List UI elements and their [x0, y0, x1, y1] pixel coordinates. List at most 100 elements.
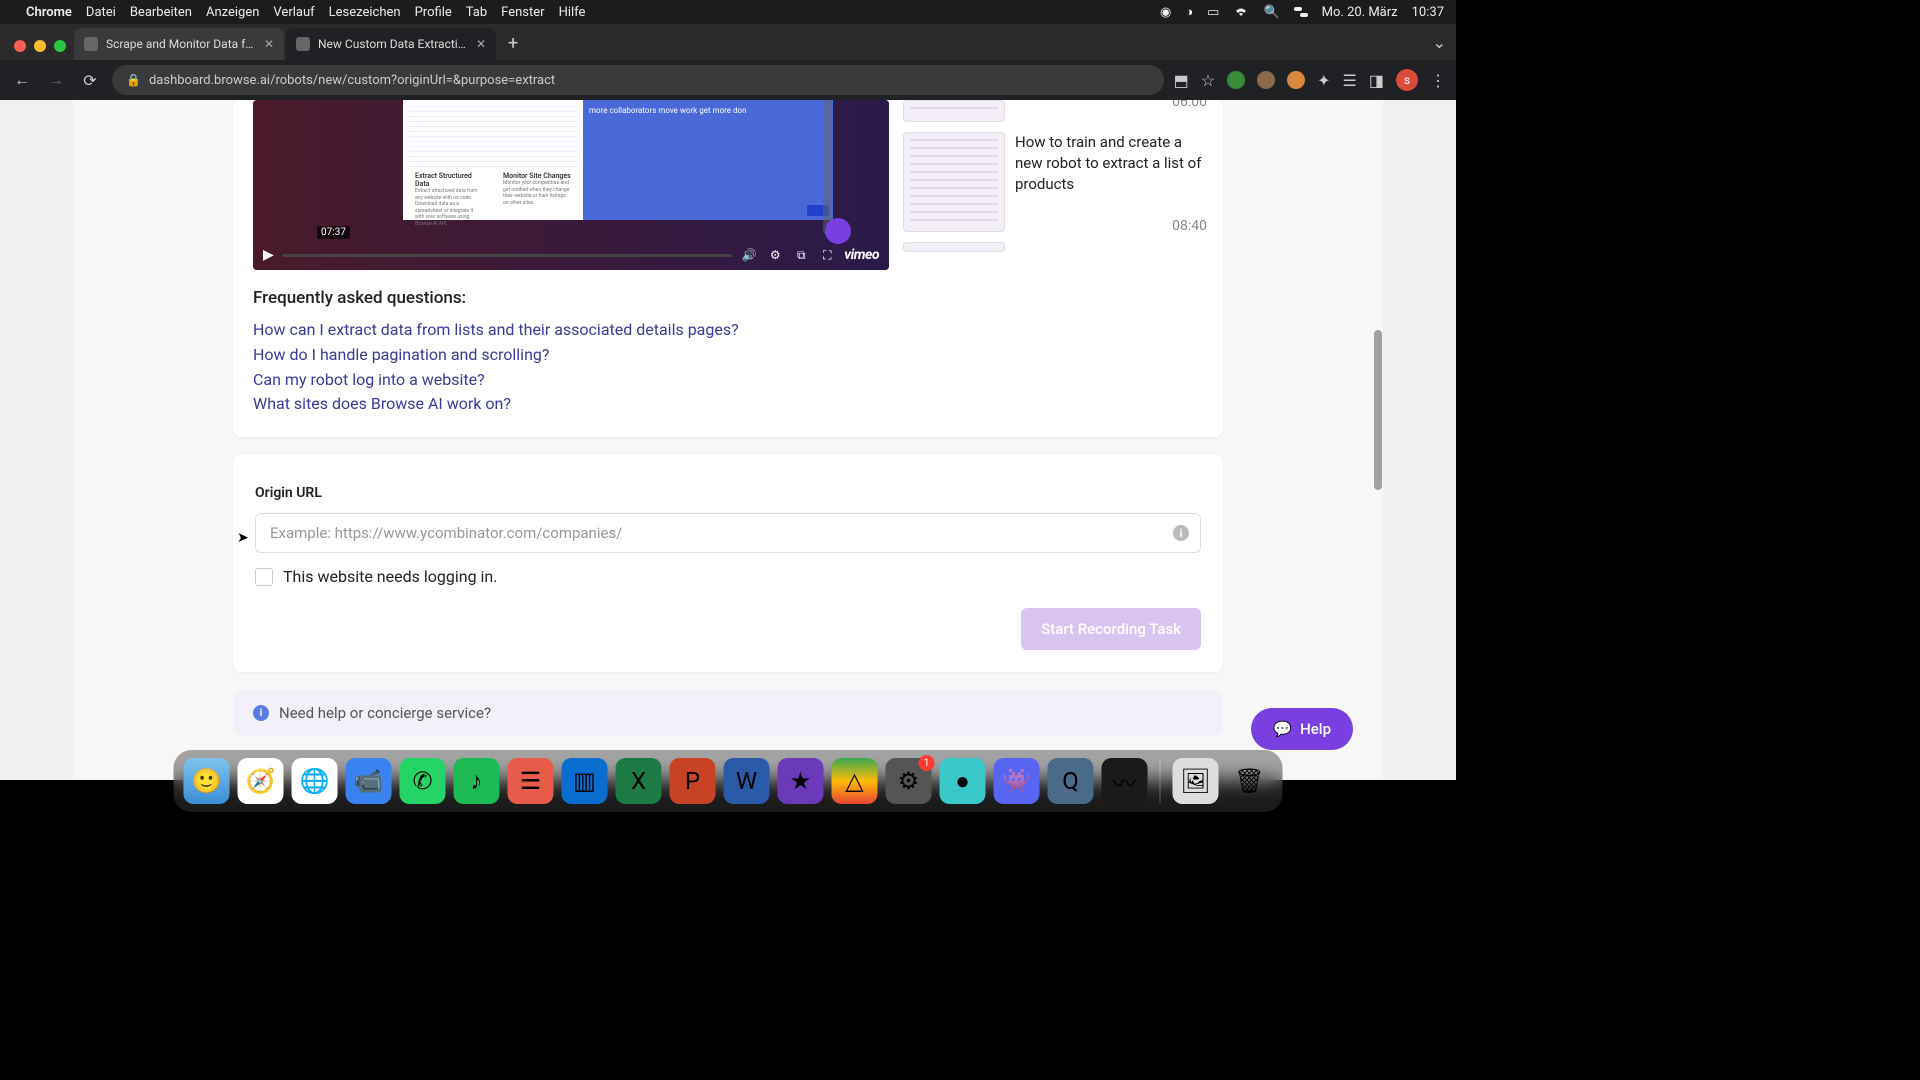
menu-tab[interactable]: Tab: [466, 5, 487, 20]
dock-drive-icon[interactable]: △: [832, 758, 878, 804]
menubar-date[interactable]: Mo. 20. März: [1322, 5, 1398, 20]
dock-zoom-icon[interactable]: 📹: [346, 758, 392, 804]
menu-hilfe[interactable]: Hilfe: [559, 5, 586, 20]
playlist-thumb: [903, 132, 1005, 232]
faq-link[interactable]: How do I handle pagination and scrolling…: [253, 343, 1203, 368]
vimeo-logo[interactable]: vimeo: [844, 247, 879, 263]
wifi-icon[interactable]: [1233, 6, 1249, 18]
extension-2-icon[interactable]: [1257, 71, 1275, 89]
dock-powerpoint-icon[interactable]: P: [670, 758, 716, 804]
origin-url-input[interactable]: [255, 513, 1201, 553]
page-scrollbar[interactable]: [1373, 330, 1383, 560]
video-panel-left-title: Extract Structured Data: [415, 172, 483, 188]
menu-verlauf[interactable]: Verlauf: [273, 5, 314, 20]
new-tab-button[interactable]: +: [498, 33, 528, 60]
scrollbar-thumb[interactable]: [1374, 330, 1382, 490]
close-window-button[interactable]: [14, 40, 26, 52]
chat-icon: 💬: [1273, 720, 1292, 738]
play-icon[interactable]: ▶: [263, 247, 274, 263]
dock-discord-icon[interactable]: 👾: [994, 758, 1040, 804]
dock-voice-memos-icon[interactable]: 〰: [1102, 758, 1148, 804]
macos-dock: 🙂 🧭 🌐 📹 ✆ ♪ ☰ ▥ X P W ★ △ ⚙1 ● 👾 Q 〰 🖼 🗑: [174, 750, 1283, 812]
playlist-item[interactable]: 06:00: [903, 100, 1207, 122]
info-icon: i: [253, 705, 269, 721]
record-icon[interactable]: ◉: [1160, 5, 1171, 20]
favicon-icon: [84, 37, 98, 51]
help-banner[interactable]: i Need help or concierge service?: [233, 690, 1223, 736]
playlist-item[interactable]: How to train and create a new robot to e…: [903, 132, 1207, 232]
playlist-item[interactable]: [903, 242, 1207, 252]
profile-avatar[interactable]: s: [1396, 69, 1418, 91]
needs-login-checkbox[interactable]: [255, 568, 273, 586]
dock-whatsapp-icon[interactable]: ✆: [400, 758, 446, 804]
extension-3-icon[interactable]: [1287, 71, 1305, 89]
tab-2[interactable]: New Custom Data Extraction R ✕: [286, 28, 496, 60]
dock-chrome-icon[interactable]: 🌐: [292, 758, 338, 804]
info-icon[interactable]: i: [1173, 525, 1189, 541]
dock-app-icon[interactable]: ●: [940, 758, 986, 804]
minimize-window-button[interactable]: [34, 40, 46, 52]
faq-link[interactable]: What sites does Browse AI work on?: [253, 392, 1203, 417]
dock-safari-icon[interactable]: 🧭: [238, 758, 284, 804]
dock-word-icon[interactable]: W: [724, 758, 770, 804]
reading-list-icon[interactable]: ☰: [1343, 71, 1357, 90]
faq-link[interactable]: Can my robot log into a website?: [253, 368, 1203, 393]
menu-datei[interactable]: Datei: [86, 5, 116, 20]
video-panel-left-desc: Extract structured data from any website…: [415, 188, 483, 227]
origin-url-label: Origin URL: [255, 485, 1201, 501]
menu-lesezeichen[interactable]: Lesezeichen: [329, 5, 401, 20]
menu-anzeigen[interactable]: Anzeigen: [206, 5, 259, 20]
extensions-icon[interactable]: ✦: [1317, 71, 1330, 90]
tab-close-icon[interactable]: ✕: [476, 37, 486, 51]
app-name[interactable]: Chrome: [26, 5, 72, 20]
reload-button[interactable]: ⟳: [78, 71, 102, 90]
dock-trash-icon[interactable]: 🗑: [1227, 758, 1273, 804]
dock-imovie-icon[interactable]: ★: [778, 758, 824, 804]
help-fab-label: Help: [1300, 720, 1331, 738]
macos-menubar: Chrome Datei Bearbeiten Anzeigen Verlauf…: [0, 0, 1456, 24]
dock-quicktime-icon[interactable]: Q: [1048, 758, 1094, 804]
side-panel-icon[interactable]: ◨: [1369, 71, 1384, 90]
faq-heading: Frequently asked questions:: [253, 288, 1203, 308]
spotlight-icon[interactable]: 🔍: [1263, 5, 1279, 20]
faq-link[interactable]: How can I extract data from lists and th…: [253, 318, 1203, 343]
menu-fenster[interactable]: Fenster: [501, 5, 544, 20]
video-playlist: 06:00 How to train and create a new robo…: [903, 100, 1207, 270]
forward-button[interactable]: →: [44, 70, 68, 90]
address-bar[interactable]: 🔒 dashboard.browse.ai/robots/new/custom?…: [112, 65, 1164, 95]
chrome-menu-icon[interactable]: ⋮: [1430, 71, 1446, 90]
tab-close-icon[interactable]: ✕: [264, 37, 274, 51]
bookmark-icon[interactable]: ☆: [1201, 71, 1215, 90]
video-scrubber[interactable]: [282, 254, 732, 257]
help-fab-button[interactable]: 💬 Help: [1251, 708, 1353, 750]
fullscreen-icon[interactable]: ⛶: [818, 248, 836, 263]
video-controls: ▶ 🔊 ⚙ ⧉ ⛶ vimeo: [253, 240, 889, 270]
menu-profile[interactable]: Profile: [415, 5, 452, 20]
settings-gear-icon[interactable]: ⚙: [766, 248, 784, 262]
dock-spotify-icon[interactable]: ♪: [454, 758, 500, 804]
control-center-icon[interactable]: [1294, 6, 1308, 18]
dock-finder-icon[interactable]: 🙂: [184, 758, 230, 804]
tab-1[interactable]: Scrape and Monitor Data from ✕: [74, 28, 284, 60]
back-button[interactable]: ←: [10, 70, 34, 90]
favicon-icon: [296, 37, 310, 51]
maximize-window-button[interactable]: [54, 40, 66, 52]
play-status-icon[interactable]: ◑: [1185, 4, 1193, 20]
tab-list-dropdown-icon[interactable]: ⌄: [1433, 33, 1446, 60]
video-player[interactable]: Extract Structured Data Extract structur…: [253, 100, 889, 270]
pip-icon[interactable]: ⧉: [792, 248, 810, 263]
dock-todoist-icon[interactable]: ☰: [508, 758, 554, 804]
dock-excel-icon[interactable]: X: [616, 758, 662, 804]
install-icon[interactable]: ⬒: [1174, 71, 1189, 90]
dock-settings-icon[interactable]: ⚙1: [886, 758, 932, 804]
volume-icon[interactable]: 🔊: [740, 248, 758, 262]
menu-bearbeiten[interactable]: Bearbeiten: [130, 5, 192, 20]
battery-icon[interactable]: ▭: [1207, 5, 1219, 20]
dock-trello-icon[interactable]: ▥: [562, 758, 608, 804]
menubar-time[interactable]: 10:37: [1412, 5, 1444, 20]
start-recording-button[interactable]: Start Recording Task: [1021, 608, 1201, 650]
dock-preview-icon[interactable]: 🖼: [1173, 758, 1219, 804]
playlist-time: 08:40: [1172, 218, 1207, 234]
lock-icon[interactable]: 🔒: [126, 73, 141, 87]
extension-1-icon[interactable]: [1227, 71, 1245, 89]
